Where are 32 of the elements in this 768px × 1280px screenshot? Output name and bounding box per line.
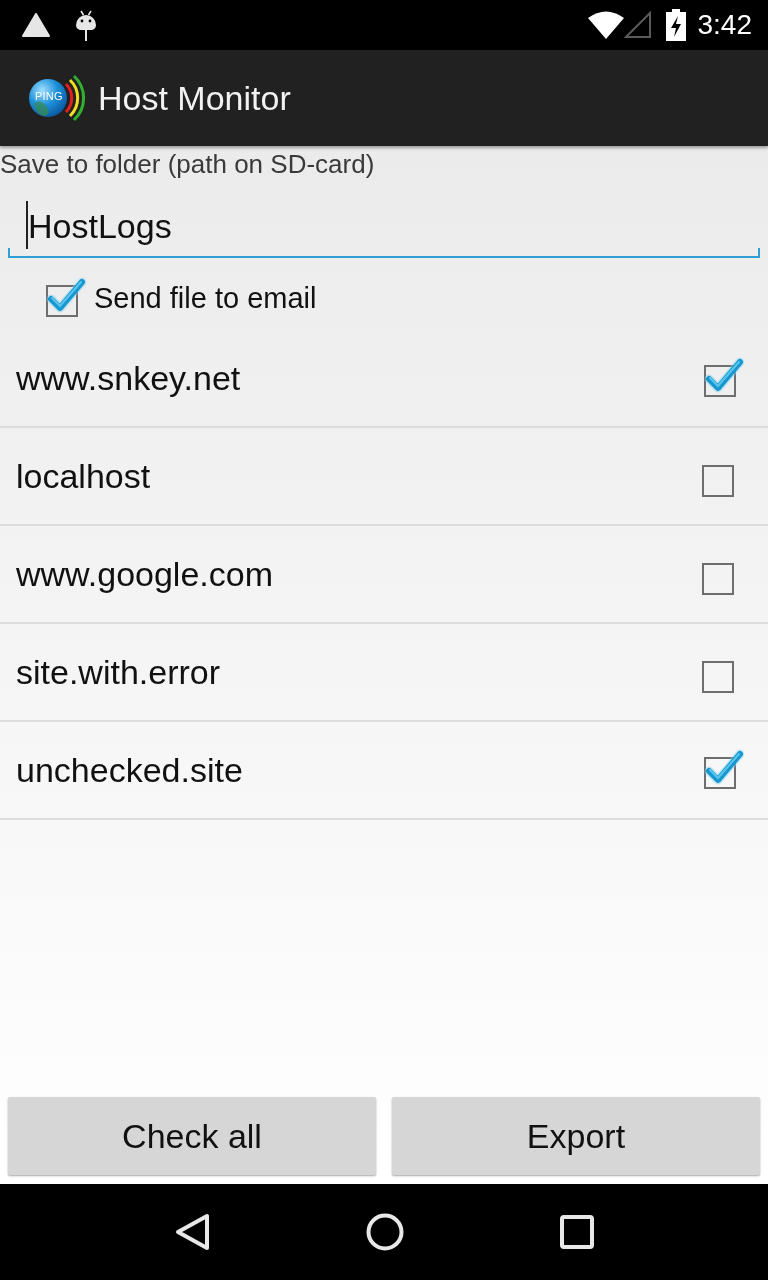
- wifi-icon: [587, 11, 624, 39]
- logo-text: PING: [35, 89, 63, 103]
- host-name: www.snkey.net: [16, 358, 241, 398]
- triangle-icon: [22, 13, 50, 37]
- app-title: Host Monitor: [98, 78, 291, 118]
- host-name: unchecked.site: [16, 750, 243, 790]
- action-button[interactable]: Check all: [8, 1097, 376, 1175]
- folder-label: Save to folder (path on SD-card): [0, 148, 375, 181]
- host-name: site.with.error: [16, 652, 221, 692]
- email-checkbox-label[interactable]: Send file to email: [94, 280, 317, 316]
- folder-input-field[interactable]: HostLogs: [8, 196, 760, 258]
- back-icon[interactable]: [174, 1213, 210, 1251]
- email-checkbox[interactable]: [44, 277, 86, 319]
- battery-charging-icon: [665, 9, 686, 41]
- signal-icon: [623, 11, 652, 39]
- action-button[interactable]: Export: [392, 1097, 760, 1175]
- host-list-item[interactable]: unchecked.site: [0, 722, 768, 820]
- recent-apps-icon[interactable]: [560, 1215, 594, 1249]
- host-list-item[interactable]: site.with.error: [0, 624, 768, 722]
- host-name: www.google.com: [16, 554, 273, 594]
- clock-time: 3:42: [697, 9, 752, 41]
- host-name: localhost: [16, 456, 151, 496]
- host-checkbox[interactable]: [702, 661, 734, 693]
- host-list-item[interactable]: www.snkey.net: [0, 330, 768, 428]
- home-icon[interactable]: [366, 1213, 404, 1251]
- host-list-item[interactable]: localhost: [0, 428, 768, 526]
- host-checkbox[interactable]: [702, 465, 734, 497]
- host-checkbox[interactable]: [702, 563, 734, 595]
- host-list-item[interactable]: www.google.com: [0, 526, 768, 624]
- robot-icon: [75, 9, 97, 41]
- host-checkbox[interactable]: [702, 357, 744, 399]
- host-checkbox[interactable]: [702, 749, 744, 791]
